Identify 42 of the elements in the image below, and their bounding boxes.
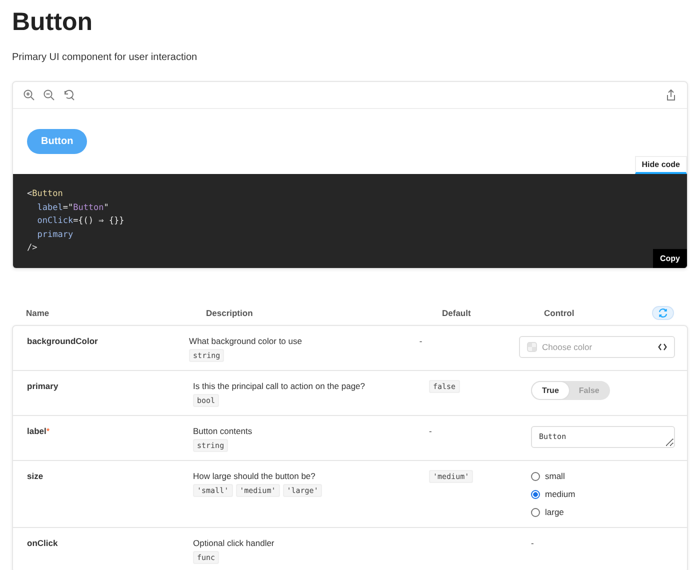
code-line: primary (36, 228, 74, 242)
reset-controls-icon[interactable] (652, 306, 674, 320)
code-line: label="Button" (36, 202, 110, 214)
copy-button[interactable]: Copy (653, 249, 687, 268)
prop-name: onClick (27, 538, 58, 548)
column-header: Control (544, 308, 574, 318)
color-control[interactable]: Choose color (519, 336, 675, 358)
toggle-option[interactable]: True (532, 382, 569, 399)
column-header: Name (25, 308, 50, 318)
hide-code-tab[interactable]: Hide code (634, 156, 687, 174)
prop-description: Optional click handler (193, 538, 276, 548)
column-header: Default (442, 308, 472, 318)
required-mark: * (46, 426, 50, 436)
radio-button[interactable] (531, 508, 540, 516)
code-line: onClick={() ⇒ {}} (36, 215, 126, 228)
radio-label[interactable]: large (545, 507, 564, 517)
prop-description: What background color to use (189, 336, 303, 346)
column-header: Description (206, 308, 254, 318)
radio-button[interactable] (531, 490, 540, 498)
radio-label[interactable]: small (545, 471, 565, 481)
page-subtitle: Primary UI component for user interaction (12, 52, 198, 63)
prop-name: size (27, 471, 44, 481)
radio-label[interactable]: medium (545, 489, 576, 499)
prop-description: Button contents (193, 426, 254, 436)
prop-name: label (27, 426, 46, 436)
swatch-icon (527, 342, 537, 352)
code-brackets-icon[interactable] (658, 343, 667, 351)
default-value: - (419, 336, 422, 346)
prop-name: backgroundColor (27, 336, 98, 346)
code-line: <Button (27, 188, 64, 201)
radio-button[interactable] (531, 472, 540, 480)
code-line: /> (27, 242, 38, 255)
no-control: - (531, 538, 534, 548)
default-value: - (429, 426, 432, 436)
prop-description: How large should the button be? (193, 471, 316, 481)
zoom-out-icon[interactable] (43, 89, 55, 101)
page-title: Button (12, 8, 94, 38)
prop-name: primary (27, 381, 58, 391)
reset-zoom-icon[interactable] (63, 89, 75, 101)
share-icon[interactable] (665, 89, 677, 101)
zoom-in-icon[interactable] (23, 89, 35, 101)
prop-description: Is this the principal call to action on the page? (193, 381, 366, 391)
